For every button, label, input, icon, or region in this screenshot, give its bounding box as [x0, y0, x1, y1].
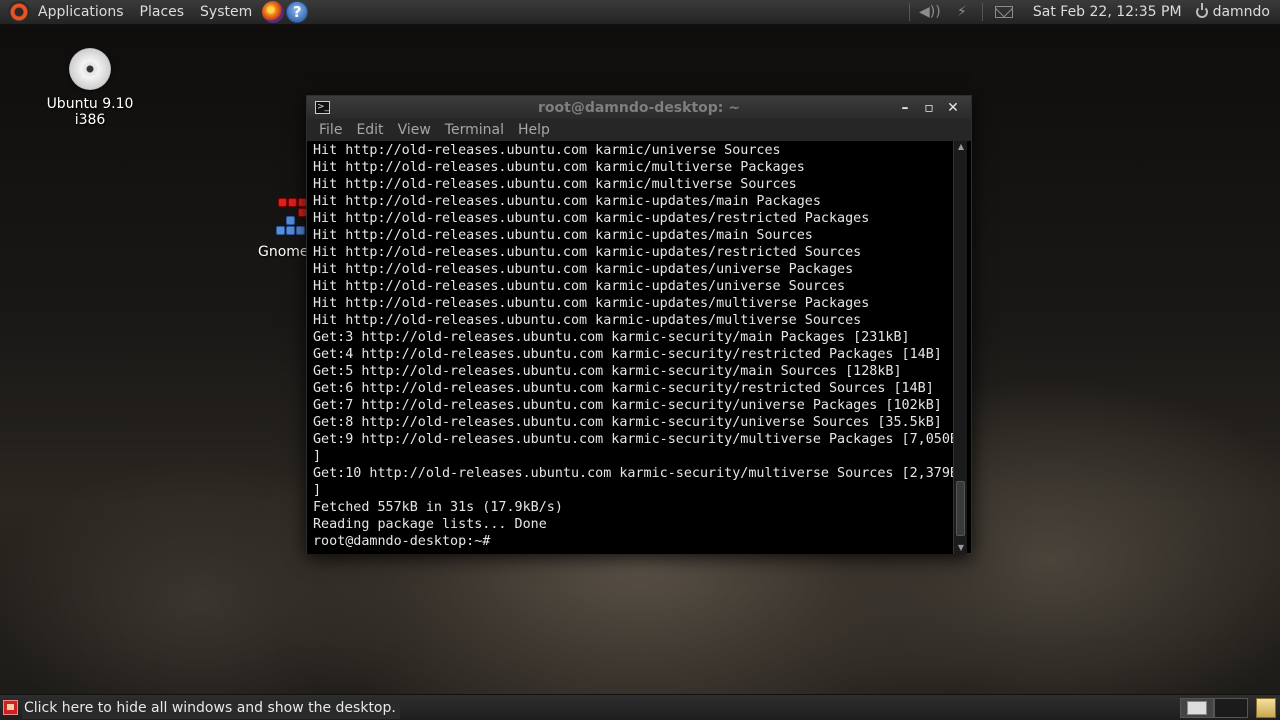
- minimize-icon[interactable]: –: [893, 99, 917, 117]
- terminal-line: Get:3 http://old-releases.ubuntu.com kar…: [313, 330, 910, 345]
- terminal-line: Reading package lists... Done: [313, 517, 547, 532]
- terminal-scrollbar[interactable]: ▲ ▼: [953, 141, 967, 554]
- clock[interactable]: Sat Feb 22, 12:35 PM: [1033, 4, 1182, 20]
- terminal-line: Hit http://old-releases.ubuntu.com karmi…: [313, 177, 797, 192]
- menu-help[interactable]: Help: [518, 122, 550, 138]
- terminal-line: Fetched 557kB in 31s (17.9kB/s): [313, 500, 563, 515]
- terminal-line: Hit http://old-releases.ubuntu.com karmi…: [313, 313, 862, 328]
- menu-applications[interactable]: Applications: [38, 4, 124, 20]
- show-desktop-tooltip: Click here to hide all windows and show …: [22, 696, 400, 719]
- mail-icon[interactable]: [994, 6, 1013, 18]
- workspace-switcher: [1180, 697, 1248, 718]
- system-tray: ◀)) ⚡ Sat Feb 22, 12:35 PM damndo: [905, 0, 1280, 25]
- terminal-line: Get:7 http://old-releases.ubuntu.com kar…: [313, 398, 942, 413]
- terminal-line: Get:10 http://old-releases.ubuntu.com ka…: [313, 466, 955, 481]
- firefox-launcher-icon[interactable]: [262, 1, 285, 23]
- maximize-icon[interactable]: ▫: [917, 99, 941, 117]
- user-menu[interactable]: damndo: [1213, 4, 1270, 20]
- terminal-line: Get:8 http://old-releases.ubuntu.com kar…: [313, 415, 942, 430]
- window-titlebar[interactable]: >_ root@damndo-desktop: ~ – ▫ ✕: [307, 96, 971, 119]
- close-icon[interactable]: ✕: [941, 99, 965, 117]
- tray-separator: [908, 3, 910, 21]
- terminal-line: ]: [313, 449, 322, 464]
- power-icon[interactable]: [1195, 3, 1208, 18]
- tray-separator: [981, 3, 983, 21]
- terminal-line: Hit http://old-releases.ubuntu.com karmi…: [313, 211, 870, 226]
- menu-places[interactable]: Places: [140, 4, 185, 20]
- trash-icon[interactable]: [1256, 697, 1276, 718]
- desktop-icon-label: Ubuntu 9.10 i386: [46, 96, 134, 128]
- terminal-line: Get:9 http://old-releases.ubuntu.com kar…: [313, 432, 955, 447]
- terminal-line: Hit http://old-releases.ubuntu.com karmi…: [313, 262, 854, 277]
- cd-disc-icon: [69, 48, 111, 90]
- terminal-line: root@damndo-desktop:~#: [313, 534, 491, 549]
- menu-file[interactable]: File: [319, 122, 342, 138]
- terminal-line: Hit http://old-releases.ubuntu.com karmi…: [313, 228, 813, 243]
- ubuntu-logo-icon[interactable]: [8, 1, 30, 23]
- show-desktop-icon[interactable]: [3, 700, 18, 715]
- terminal-line: Hit http://old-releases.ubuntu.com karmi…: [313, 296, 870, 311]
- terminal-output[interactable]: Hit http://old-releases.ubuntu.com karmi…: [307, 141, 955, 554]
- terminal-line: ]: [313, 483, 322, 498]
- window-controls: – ▫ ✕: [893, 99, 965, 117]
- network-icon[interactable]: ⚡: [952, 4, 972, 20]
- terminal-line: Get:6 http://old-releases.ubuntu.com kar…: [313, 381, 934, 396]
- terminal-line: Hit http://old-releases.ubuntu.com karmi…: [313, 279, 846, 294]
- terminal-line: Hit http://old-releases.ubuntu.com karmi…: [313, 160, 805, 175]
- terminal-window[interactable]: >_ root@damndo-desktop: ~ – ▫ ✕ File Edi…: [306, 95, 972, 554]
- terminal-line: Hit http://old-releases.ubuntu.com karmi…: [313, 143, 781, 158]
- menu-edit[interactable]: Edit: [356, 122, 383, 138]
- bottom-panel: Click here to hide all windows and show …: [0, 694, 1280, 720]
- workspace-1[interactable]: [1180, 697, 1214, 718]
- scroll-up-icon[interactable]: ▲: [954, 141, 968, 153]
- terminal-line: Get:4 http://old-releases.ubuntu.com kar…: [313, 347, 942, 362]
- help-icon[interactable]: ?: [286, 1, 309, 23]
- terminal-line: Hit http://old-releases.ubuntu.com karmi…: [313, 245, 862, 260]
- menu-terminal[interactable]: Terminal: [445, 122, 504, 138]
- window-title: root@damndo-desktop: ~: [537, 99, 740, 116]
- menu-view[interactable]: View: [398, 122, 431, 138]
- desktop-icon-ubuntu-cd[interactable]: Ubuntu 9.10 i386: [30, 48, 150, 128]
- volume-icon[interactable]: ◀)): [919, 4, 941, 20]
- terminal-line: Get:5 http://old-releases.ubuntu.com kar…: [313, 364, 902, 379]
- menu-system[interactable]: System: [200, 4, 252, 20]
- terminal-line: Hit http://old-releases.ubuntu.com karmi…: [313, 194, 821, 209]
- scroll-thumb[interactable]: [956, 481, 965, 536]
- scroll-down-icon[interactable]: ▼: [954, 542, 968, 554]
- top-panel: Applications Places System ? ◀)) ⚡ Sat F…: [0, 0, 1280, 25]
- terminal-menubar: File Edit View Terminal Help: [307, 119, 971, 141]
- workspace-2[interactable]: [1214, 697, 1248, 718]
